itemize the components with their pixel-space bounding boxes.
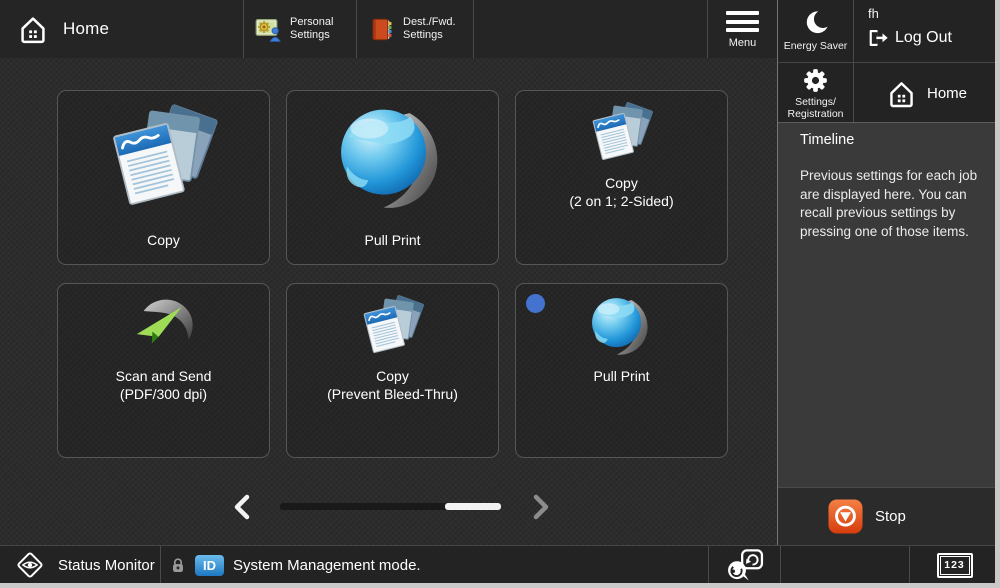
tile-label: Copy(2 on 1; 2-Sided) <box>569 174 673 210</box>
paper-plane-icon <box>130 292 198 360</box>
energy-saver-button[interactable]: Energy Saver <box>778 0 853 62</box>
moon-icon <box>803 10 829 36</box>
status-monitor-button[interactable]: Status Monitor <box>0 546 160 584</box>
logged-in-user: fh <box>868 6 879 21</box>
tile-copy-prevent-bleed-thru[interactable]: Copy(Prevent Bleed-Thru) <box>286 283 499 458</box>
stop-icon <box>828 499 863 534</box>
top-bar: Home Personal Settings Dest./Fwd. Settin… <box>0 0 778 59</box>
globe-icon <box>588 292 656 360</box>
copy-documents-icon <box>359 292 427 360</box>
page-next-button[interactable] <box>527 492 553 522</box>
home-icon <box>887 79 916 108</box>
right-panel-row2: Settings/ Registration Home <box>778 62 1000 123</box>
page-scrollbar[interactable] <box>280 503 501 510</box>
settings-label: Settings/ Registration <box>787 96 843 120</box>
tile-label: Scan and Send(PDF/300 dpi) <box>116 367 212 403</box>
tab-label: Dest./Fwd. Settings <box>403 16 456 42</box>
copy-documents-icon <box>105 99 223 217</box>
right-panel: Energy Saver fh Log Out Settings/ Regist… <box>778 0 1000 545</box>
tile-pull-print-2[interactable]: Pull Print <box>515 283 728 458</box>
personal-settings-icon <box>255 17 283 42</box>
tab-dest-fwd-settings[interactable]: Dest./Fwd. Settings <box>357 0 473 58</box>
lock-icon <box>169 556 187 574</box>
timeline-title: Timeline <box>800 132 854 148</box>
home-icon <box>18 14 48 44</box>
tile-label: Copy(Prevent Bleed-Thru) <box>327 367 458 403</box>
notification-dot <box>526 294 545 313</box>
stop-button[interactable]: Stop <box>828 499 906 534</box>
tile-scan-and-send[interactable]: Scan and Send(PDF/300 dpi) <box>57 283 270 458</box>
printer-touchscreen: Home Personal Settings Dest./Fwd. Settin… <box>0 0 1000 588</box>
home-button[interactable]: Home <box>0 0 243 58</box>
screen-switch-icon <box>726 549 764 581</box>
menu-label: Menu <box>729 37 757 49</box>
timeline-panel: Timeline Previous settings for each job … <box>778 122 1000 487</box>
menu-button[interactable]: Menu <box>708 0 777 58</box>
logout-icon <box>866 27 888 49</box>
panel-home-button[interactable]: Home <box>854 63 1000 123</box>
globe-icon <box>334 99 452 217</box>
page-scrollbar-thumb[interactable] <box>445 503 501 510</box>
tile-label: Pull Print <box>593 367 649 385</box>
bottom-status-bar: Status Monitor ID System Management mode… <box>0 545 1000 583</box>
tile-label: Pull Print <box>364 231 420 249</box>
logout-button[interactable]: Log Out <box>866 27 952 49</box>
divider <box>780 546 781 584</box>
logout-cell[interactable]: fh Log Out <box>854 0 1000 62</box>
hamburger-icon <box>726 11 759 32</box>
counter-icon: 123 <box>937 553 973 578</box>
counter-check-button[interactable]: 123 <box>909 546 1000 584</box>
address-book-icon <box>368 17 396 42</box>
status-monitor-icon <box>15 550 45 580</box>
tab-personal-settings[interactable]: Personal Settings <box>244 0 356 58</box>
settings-registration-button[interactable]: Settings/ Registration <box>778 63 853 123</box>
screen-edge <box>995 0 1000 588</box>
right-panel-row1: Energy Saver fh Log Out <box>778 0 1000 62</box>
timeline-description: Previous settings for each job are displ… <box>800 167 986 241</box>
gear-icon <box>803 68 828 93</box>
screen-switch-button[interactable] <box>709 546 780 584</box>
tile-copy[interactable]: Copy <box>57 90 270 265</box>
home-tiles-area: Copy Pull Print Copy(2 on 1; 2-Sided) Sc… <box>0 58 778 545</box>
tile-label: Copy <box>147 231 180 249</box>
page-previous-button[interactable] <box>230 492 256 522</box>
tile-copy-2on1-2sided[interactable]: Copy(2 on 1; 2-Sided) <box>515 90 728 265</box>
system-message-area: ID System Management mode. <box>161 546 708 584</box>
copy-documents-icon <box>588 99 656 167</box>
id-badge: ID <box>195 555 224 576</box>
system-message: System Management mode. <box>233 557 421 574</box>
divider <box>473 0 474 58</box>
stop-row: Stop <box>778 487 1000 545</box>
home-label: Home <box>63 19 109 39</box>
tile-pull-print[interactable]: Pull Print <box>286 90 499 265</box>
screen-edge <box>0 583 1000 588</box>
panel-divider <box>777 0 778 545</box>
tab-label: Personal Settings <box>290 16 333 42</box>
